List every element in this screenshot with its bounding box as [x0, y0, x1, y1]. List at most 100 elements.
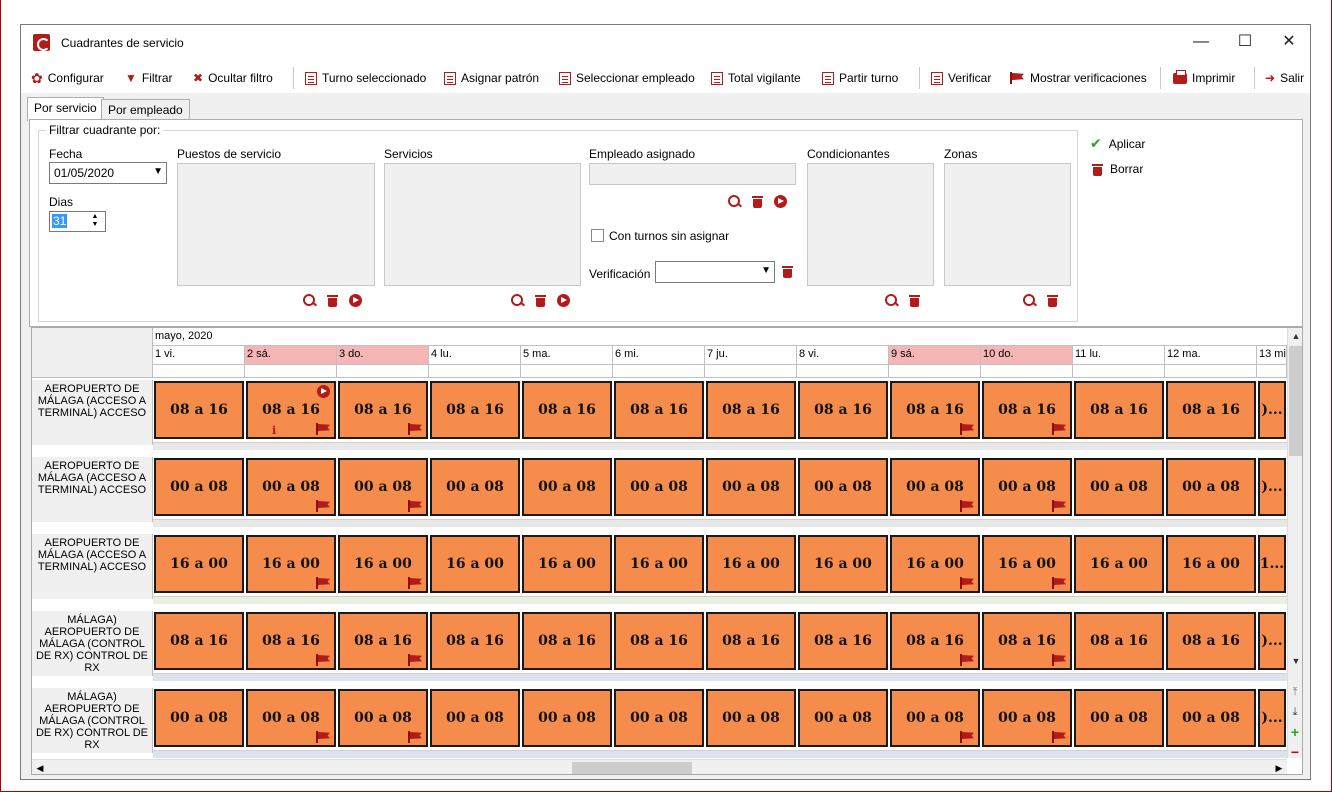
row-label[interactable]: MÁLAGA) AEROPUERTO DE MÁLAGA (CONTROL DE… — [32, 611, 153, 676]
shift-cell[interactable]: 00 a 08 — [1166, 458, 1256, 516]
search-icon[interactable] — [1023, 294, 1036, 307]
shift-cell[interactable]: 08 a 16 — [614, 381, 704, 439]
turno-seleccionado-button[interactable]: Turno seleccionado — [305, 69, 426, 87]
search-icon[interactable] — [885, 294, 898, 307]
shift-cell[interactable]: 16 a 00 — [246, 535, 336, 593]
trash-icon[interactable] — [752, 195, 763, 208]
arrow-right-circle-icon[interactable] — [774, 195, 787, 208]
shift-cell[interactable]: 16 a 00 — [706, 535, 796, 593]
salir-button[interactable]: ➜ Salir — [1265, 69, 1304, 87]
row-label[interactable]: AEROPUERTO DE MÁLAGA (ACCESO A TERMINAL)… — [32, 534, 153, 599]
shift-cell[interactable]: 00 a 08 — [798, 689, 888, 747]
shift-cell[interactable]: 08 a 16 — [890, 612, 980, 670]
trash-icon[interactable] — [782, 265, 793, 278]
shift-cell[interactable]: 00 a 08 — [522, 458, 612, 516]
total-vigilante-button[interactable]: Total vigilante — [711, 69, 801, 87]
condicionantes-listbox[interactable] — [807, 163, 934, 286]
row-label[interactable]: AEROPUERTO DE MÁLAGA (ACCESO A TERMINAL)… — [32, 380, 153, 445]
shift-cell[interactable]: 08 a 16 — [1074, 381, 1164, 439]
filtrar-button[interactable]: ▼ Filtrar — [125, 69, 173, 87]
scroll-thumb[interactable] — [572, 762, 692, 774]
horizontal-scrollbar[interactable]: ◀ ▶ — [32, 759, 1287, 774]
arrow-right-circle-icon[interactable] — [557, 294, 570, 307]
shift-cell[interactable]: 08 a 16 — [798, 381, 888, 439]
puestos-listbox[interactable] — [177, 163, 375, 286]
shift-cell[interactable]: 00 a 08 — [154, 689, 244, 747]
shift-cell[interactable]: 08 a 16 — [1074, 612, 1164, 670]
verificacion-dropdown[interactable]: ▼ — [655, 261, 775, 283]
shift-cell[interactable]: 08 a 16 — [798, 612, 888, 670]
shift-cell[interactable]: 00 a 08 — [706, 458, 796, 516]
shift-cell[interactable]: 00 a 08 — [614, 458, 704, 516]
shift-cell[interactable]: 08 a 16 — [154, 381, 244, 439]
shift-cell[interactable]: 08 a 16 — [1166, 381, 1256, 439]
shift-cell[interactable]: 00 a 08 — [890, 689, 980, 747]
shift-cell[interactable]: 16 a 00 — [798, 535, 888, 593]
partir-turno-button[interactable]: Partir turno — [822, 69, 898, 87]
trash-icon[interactable] — [909, 294, 920, 307]
shift-cell[interactable]: 00 a 08 — [1166, 689, 1256, 747]
shift-cell[interactable]: 00 a 08 — [154, 458, 244, 516]
search-icon[interactable] — [511, 294, 524, 307]
shift-cell[interactable]: 16 a 00 — [982, 535, 1072, 593]
shift-cell[interactable]: 08 a 16 — [154, 612, 244, 670]
borrar-button[interactable]: Borrar — [1092, 162, 1143, 176]
shift-cell[interactable]: )... — [1258, 612, 1286, 670]
configurar-button[interactable]: ✿ Configurar — [31, 69, 104, 87]
minimize-button[interactable]: — — [1183, 29, 1219, 55]
scroll-right-icon[interactable]: ▶ — [1271, 760, 1287, 774]
tab-por-servicio[interactable]: Por servicio — [27, 97, 104, 121]
shift-cell[interactable]: 00 a 08 — [338, 458, 428, 516]
shift-cell[interactable]: 00 a 08 — [982, 689, 1072, 747]
asignar-patron-button[interactable]: Asignar patrón — [444, 69, 539, 87]
shift-cell[interactable]: 08 a 16 — [706, 381, 796, 439]
trash-icon[interactable] — [1047, 294, 1058, 307]
shift-cell[interactable]: )... — [1258, 458, 1286, 516]
shift-cell[interactable]: 00 a 08 — [338, 689, 428, 747]
trash-icon[interactable] — [327, 294, 338, 307]
close-button[interactable]: ✕ — [1271, 29, 1307, 55]
shift-cell[interactable]: 08 a 16 — [430, 381, 520, 439]
shift-cell[interactable]: 00 a 08 — [246, 458, 336, 516]
shift-cell[interactable]: 08 a 16 — [982, 612, 1072, 670]
shift-cell[interactable]: 08 a 16 — [522, 612, 612, 670]
shift-cell[interactable]: 08 a 16 — [338, 612, 428, 670]
mostrar-verificaciones-button[interactable]: Mostrar verificaciones — [1009, 69, 1147, 87]
shift-cell[interactable]: 08 a 16 — [522, 381, 612, 439]
search-icon[interactable] — [303, 294, 316, 307]
shift-cell[interactable]: 08 a 16 — [246, 612, 336, 670]
tab-por-empleado[interactable]: Por empleado — [101, 99, 190, 121]
fecha-dropdown[interactable]: 01/05/2020 ▼ — [49, 162, 167, 184]
shift-cell[interactable]: 1... — [1258, 535, 1286, 593]
ocultar-filtro-button[interactable]: ✖ Ocultar filtro — [193, 69, 273, 87]
shift-cell[interactable]: 16 a 00 — [338, 535, 428, 593]
shift-cell[interactable]: 16 a 00 — [614, 535, 704, 593]
shift-cell[interactable]: 00 a 08 — [246, 689, 336, 747]
shift-cell[interactable]: )... — [1258, 689, 1286, 747]
collapse-icon[interactable]: ⤒ — [1287, 682, 1302, 702]
shift-cell[interactable]: 00 a 08 — [430, 689, 520, 747]
empleado-field[interactable] — [589, 163, 796, 185]
row-label[interactable]: AEROPUERTO DE MÁLAGA (ACCESO A TERMINAL)… — [32, 457, 153, 522]
minus-icon[interactable]: − — [1287, 742, 1302, 762]
scroll-down-icon[interactable]: ▼ — [1288, 653, 1302, 669]
shift-cell[interactable]: 16 a 00 — [522, 535, 612, 593]
stepper-arrows-icon[interactable]: ▲ ▼ — [87, 213, 103, 230]
arrow-right-circle-icon[interactable] — [317, 385, 330, 398]
shift-cell[interactable]: 16 a 00 — [430, 535, 520, 593]
expand-icon[interactable]: ⤓ — [1287, 702, 1302, 722]
seleccionar-empleado-button[interactable]: Seleccionar empleado — [559, 69, 695, 87]
shift-cell[interactable]: 08 a 16 — [1166, 612, 1256, 670]
shift-cell[interactable]: 08 a 16 — [614, 612, 704, 670]
imprimir-button[interactable]: Imprimir — [1173, 69, 1235, 87]
dias-stepper[interactable]: 31 ▲ ▼ — [49, 211, 106, 232]
shift-cell[interactable]: 00 a 08 — [982, 458, 1072, 516]
row-label[interactable]: MÁLAGA) AEROPUERTO DE MÁLAGA (CONTROL DE… — [32, 688, 153, 753]
scroll-thumb[interactable] — [1289, 346, 1302, 456]
plus-icon[interactable]: + — [1287, 722, 1302, 742]
shift-cell[interactable]: 08 a 16 — [430, 612, 520, 670]
shift-cell[interactable]: 16 a 00 — [1074, 535, 1164, 593]
shift-cell[interactable]: 00 a 08 — [430, 458, 520, 516]
shift-cell[interactable]: 16 a 00 — [890, 535, 980, 593]
scroll-up-icon[interactable]: ▲ — [1288, 328, 1302, 344]
